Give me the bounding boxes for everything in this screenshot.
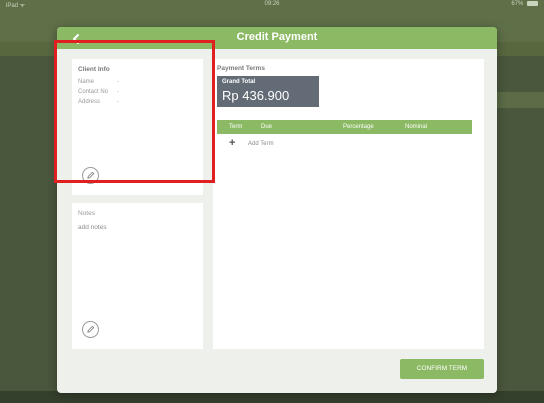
credit-payment-modal: Credit Payment Client Info Name - Contac…: [57, 27, 497, 393]
battery-icon: [527, 1, 538, 6]
client-contact-value: -: [117, 89, 119, 95]
modal-title: Credit Payment: [236, 31, 318, 43]
edit-client-button[interactable]: [82, 167, 99, 184]
confirm-term-button[interactable]: CONFIRM TERM: [400, 359, 484, 379]
column-due: Due: [261, 124, 273, 130]
background-left-panel: [0, 56, 57, 403]
terms-table-header: Term Due Percentage Nominal: [217, 120, 472, 134]
notes-input[interactable]: add notes: [78, 224, 107, 231]
client-info-panel: Client Info Name - Contact No - Address …: [72, 59, 203, 195]
payment-terms-panel: Payment Terms Grand Total Rp 436.900 Ter…: [213, 59, 484, 349]
pencil-icon: [87, 171, 95, 179]
payment-terms-label: Payment Terms: [217, 65, 265, 72]
grand-total-value: Rp 436.900: [222, 88, 290, 103]
grand-total-box: Grand Total Rp 436.900: [217, 76, 319, 107]
column-term: Term: [229, 124, 243, 130]
notes-panel: Notes add notes: [72, 203, 203, 349]
client-name-value: -: [117, 79, 119, 85]
battery-percent: 67%: [511, 1, 524, 8]
client-info-label: Client Info: [78, 66, 110, 73]
grand-total-label: Grand Total: [222, 79, 256, 85]
client-contact-label: Contact No: [78, 89, 109, 95]
column-percentage: Percentage: [343, 124, 374, 130]
client-address-value: -: [117, 99, 119, 105]
background-right-band: [497, 92, 544, 108]
status-time: 09:26: [264, 1, 280, 7]
column-nominal: Nominal: [405, 124, 428, 130]
edit-notes-button[interactable]: [82, 321, 99, 338]
background-right-panel: [497, 56, 544, 403]
modal-header: Credit Payment: [57, 27, 497, 49]
pencil-icon: [87, 325, 95, 333]
add-term-label: Add Term: [248, 141, 274, 147]
status-bar: iPad ᯤ 09:26 67%: [0, 0, 544, 10]
notes-label: Notes: [78, 210, 95, 217]
client-name-label: Name: [78, 79, 95, 85]
status-battery: 67%: [511, 1, 538, 7]
client-address-label: Address: [78, 99, 101, 105]
plus-icon: +: [229, 137, 236, 149]
